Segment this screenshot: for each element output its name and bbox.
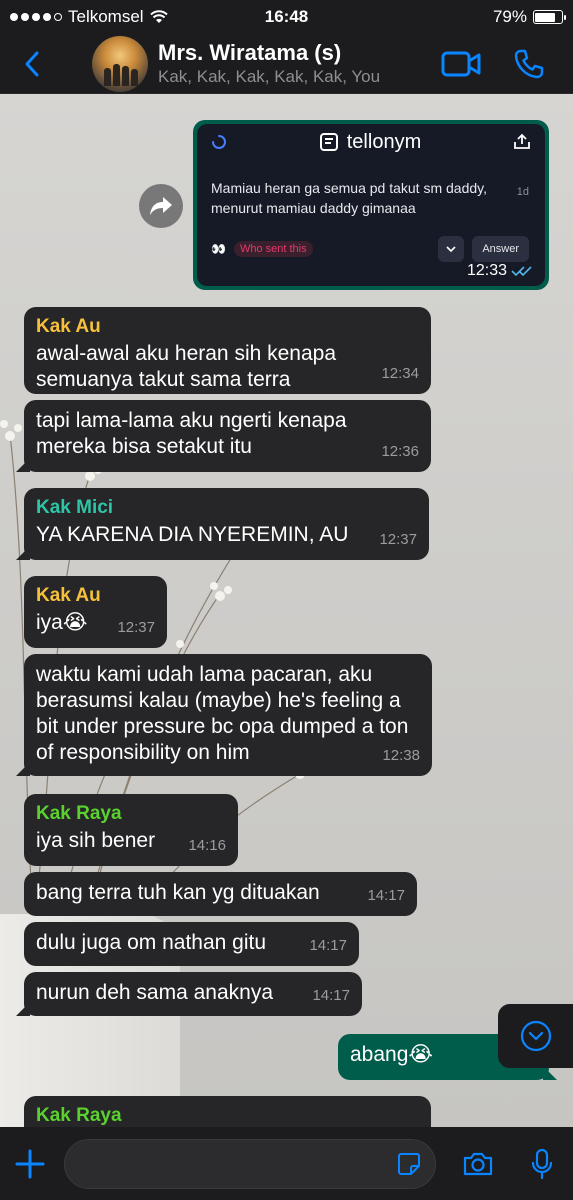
message-text: nurun deh sama anaknya	[36, 981, 273, 1004]
scroll-to-bottom-button[interactable]	[498, 1004, 573, 1068]
eyes-icon: 👀	[211, 242, 226, 256]
message-time: 12:33	[467, 262, 533, 280]
chat-title-block[interactable]: Mrs. Wiratama (s) Kak, Kak, Kak, Kak, Ka…	[158, 40, 441, 88]
message-time: 14:16	[188, 837, 226, 854]
back-button[interactable]	[14, 44, 50, 84]
chat-area[interactable]: tellonym Mamiau heran ga semua pd takut …	[0, 94, 573, 1127]
share-box-icon[interactable]	[513, 133, 531, 151]
video-call-icon[interactable]	[441, 50, 481, 78]
message-time: 12:37	[379, 531, 417, 548]
message-bubble[interactable]: waktu kami udah lama pacaran, aku berasu…	[16, 654, 432, 776]
message-bubble[interactable]: Kak Mici YA KARENA DIA NYEREMIN, AU 12:3…	[16, 488, 429, 560]
message-time: 14:17	[312, 987, 350, 1004]
plus-icon[interactable]	[14, 1148, 46, 1180]
status-time: 16:48	[264, 7, 309, 26]
tellonym-brand-label: tellonym	[346, 130, 422, 153]
chat-participants: Kak, Kak, Kak, Kak, Kak, You	[158, 66, 381, 86]
message-text: bang terra tuh kan yg dituakan	[36, 881, 320, 904]
chat-header: Mrs. Wiratama (s) Kak, Kak, Kak, Kak, Ka…	[0, 34, 573, 94]
message-time: 12:36	[381, 443, 419, 460]
tellonym-brand: tellonym	[319, 131, 421, 154]
signal-dots-icon	[10, 13, 62, 21]
message-time: 14:17	[367, 887, 405, 904]
message-bubble[interactable]: Kak Au iya😭 12:37	[24, 576, 167, 648]
message-time: 12:38	[382, 747, 420, 764]
sender-name: Kak Au	[36, 316, 101, 337]
message-input[interactable]	[64, 1138, 436, 1189]
input-bar	[0, 1127, 573, 1200]
message-bubble[interactable]: Kak Raya iya sih bener 14:16	[24, 794, 238, 866]
read-receipt-icon	[511, 266, 532, 277]
tellonym-logo-icon	[319, 133, 338, 151]
sender-name: Kak Raya	[36, 1105, 122, 1126]
battery-percent: 79%	[492, 7, 527, 26]
tellonym-options-button[interactable]	[438, 236, 465, 262]
chat-title: Mrs. Wiratama (s)	[158, 39, 342, 65]
back-icon	[25, 51, 39, 76]
answer-button[interactable]: Answer	[472, 236, 529, 262]
chevron-down-icon	[446, 246, 456, 253]
message-time: 12:37	[117, 619, 155, 636]
message-bubble[interactable]: bang terra tuh kan yg dituakan 14:17	[24, 872, 417, 916]
who-sent-badge[interactable]: Who sent this	[233, 241, 313, 257]
message-bubble[interactable]: dulu juga om nathan gitu 14:17	[24, 922, 359, 966]
tellonym-card[interactable]: tellonym Mamiau heran ga semua pd takut …	[197, 124, 545, 286]
chevron-down-circle-icon	[520, 1020, 551, 1052]
forward-button[interactable]	[139, 184, 183, 228]
group-avatar[interactable]	[92, 35, 148, 92]
message-bubble[interactable]: nurun deh sama anaknya 14:17	[16, 972, 362, 1016]
tellonym-age: 1d	[516, 186, 529, 198]
message-text: awal-awal aku heran sih kenapa semuanya …	[36, 342, 337, 391]
loading-spinner-icon	[212, 135, 226, 149]
voice-call-icon[interactable]	[513, 48, 545, 80]
message-text: YA KARENA DIA NYEREMIN, AU	[36, 523, 349, 546]
status-bar: Telkomsel 16:48 79%	[0, 0, 573, 34]
carrier-label: Telkomsel	[68, 7, 144, 26]
sender-name: Kak Mici	[36, 497, 114, 518]
message-bubble[interactable]: Kak Au awal-awal aku heran sih kenapa se…	[24, 307, 431, 394]
message-bubble[interactable]: tapi lama-lama aku ngerti kenapa mereka …	[16, 400, 431, 472]
message-bubble[interactable]: Kak Raya	[24, 1096, 431, 1127]
microphone-icon[interactable]	[530, 1148, 554, 1180]
camera-icon[interactable]	[462, 1151, 494, 1177]
sender-name: Kak Au	[36, 585, 101, 606]
message-time: 14:17	[309, 937, 347, 954]
battery-icon	[532, 10, 566, 24]
wifi-icon	[149, 10, 168, 23]
sender-name: Kak Raya	[36, 803, 122, 824]
share-arrow-icon	[150, 197, 172, 215]
tellonym-question: Mamiau heran ga semua pd takut sm daddy,…	[211, 180, 488, 216]
sticker-icon[interactable]	[397, 1152, 421, 1176]
message-text: waktu kami udah lama pacaran, aku berasu…	[36, 663, 409, 764]
message-text: dulu juga om nathan gitu	[36, 931, 267, 954]
message-time: 12:34	[381, 365, 419, 382]
tellonym-message[interactable]: tellonym Mamiau heran ga semua pd takut …	[193, 120, 549, 290]
message-text: tapi lama-lama aku ngerti kenapa mereka …	[36, 409, 347, 458]
